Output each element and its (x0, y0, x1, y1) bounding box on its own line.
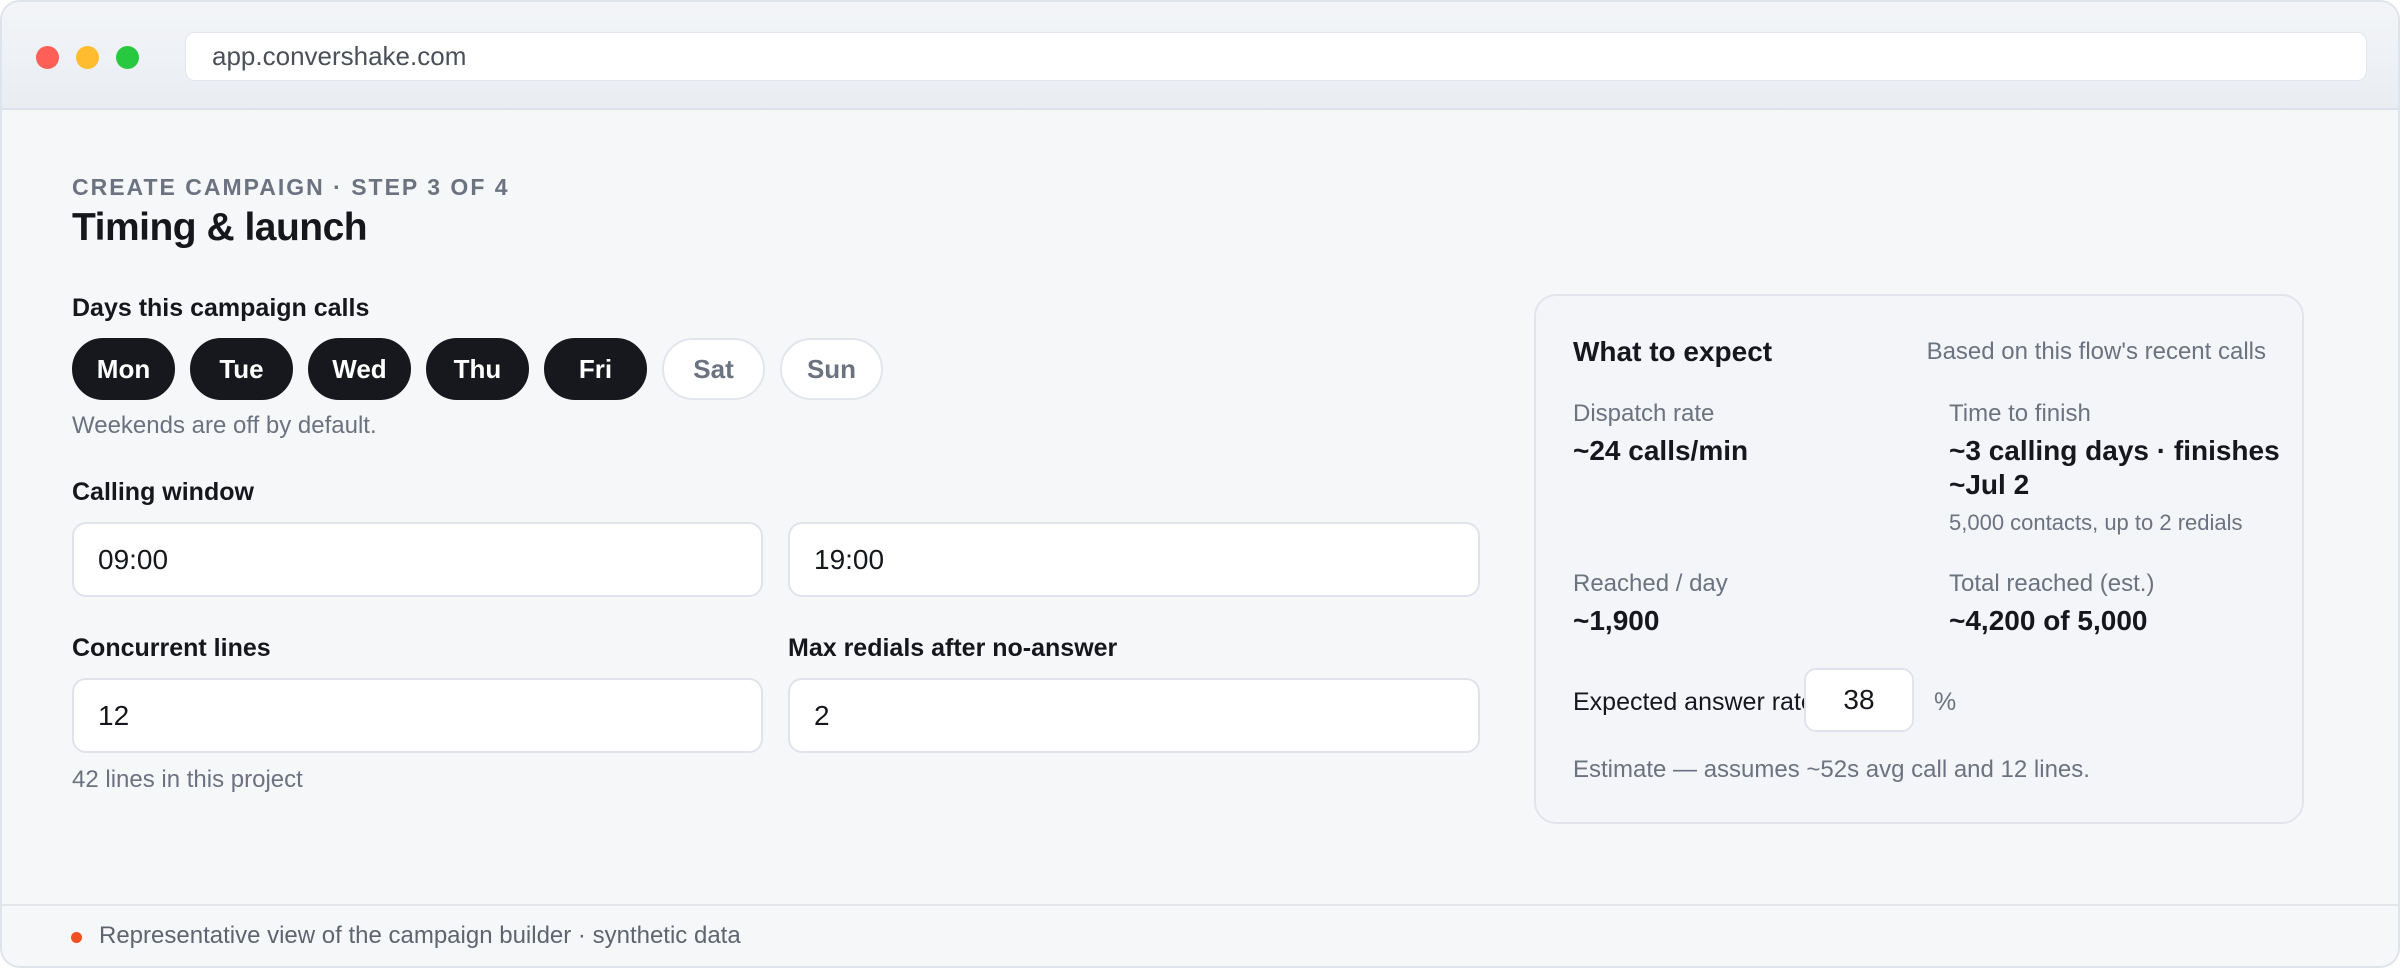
close-window-icon[interactable] (36, 46, 59, 69)
calling-window-start-input[interactable] (72, 522, 763, 597)
total-reached-label: Total reached (est.) (1949, 570, 2155, 597)
day-toggle-thu[interactable]: Thu (426, 338, 529, 400)
expectations-card: What to expect Based on this flow's rece… (1534, 294, 2304, 824)
time-to-finish-note: 5,000 contacts, up to 2 redials (1949, 510, 2243, 535)
time-to-finish-value-line2: ~Jul 2 (1949, 469, 2030, 500)
day-toggle-fri[interactable]: Fri (544, 338, 647, 400)
status-dot-icon (71, 932, 82, 943)
day-toggle-sun[interactable]: Sun (780, 338, 883, 400)
dispatch-rate-value: ~24 calls/min (1573, 435, 1749, 466)
maximize-window-icon[interactable] (116, 46, 139, 69)
time-to-finish-value-line1: ~3 calling days · finishes (1949, 435, 2280, 466)
calling-window-end-input[interactable] (788, 522, 1480, 597)
max-redials-label: Max redials after no-answer (788, 634, 1118, 662)
concurrent-lines-hint: 42 lines in this project (72, 766, 303, 793)
card-subtitle: Based on this flow's recent calls (1926, 338, 2266, 365)
estimate-footnote: Estimate — assumes ~52s avg call and 12 … (1573, 756, 2090, 783)
day-toggle-tue[interactable]: Tue (190, 338, 293, 400)
max-redials-input[interactable] (788, 678, 1480, 753)
dispatch-rate-label: Dispatch rate (1573, 400, 1715, 427)
day-toggle-sat[interactable]: Sat (662, 338, 765, 400)
time-to-finish-label: Time to finish (1949, 400, 2091, 427)
day-toggle-mon[interactable]: Mon (72, 338, 175, 400)
browser-window: app.convershake.com CREATE CAMPAIGN · ST… (0, 0, 2400, 968)
answer-rate-unit: % (1934, 688, 1957, 716)
footer-note: Representative view of the campaign buil… (99, 922, 741, 949)
calling-window-label: Calling window (72, 478, 254, 506)
concurrent-lines-input[interactable] (72, 678, 763, 753)
minimize-window-icon[interactable] (76, 46, 99, 69)
step-label: CREATE CAMPAIGN · STEP 3 OF 4 (72, 174, 510, 200)
reached-per-day-value: ~1,900 (1573, 605, 1660, 636)
answer-rate-label: Expected answer rate (1573, 688, 1815, 716)
browser-titlebar: app.convershake.com (2, 2, 2398, 110)
address-bar[interactable]: app.convershake.com (185, 32, 2367, 81)
reached-per-day-label: Reached / day (1573, 570, 1728, 597)
days-label: Days this campaign calls (72, 294, 370, 322)
page-title: Timing & launch (72, 206, 368, 249)
footer-bar: Representative view of the campaign buil… (2, 904, 2398, 966)
answer-rate-input[interactable] (1804, 668, 1914, 732)
campaign-step-content: CREATE CAMPAIGN · STEP 3 OF 4 Timing & l… (72, 110, 2398, 904)
concurrent-lines-label: Concurrent lines (72, 634, 271, 662)
total-reached-value: ~4,200 of 5,000 (1949, 605, 2148, 636)
card-title: What to expect (1573, 336, 1773, 367)
days-hint: Weekends are off by default. (72, 412, 377, 439)
day-toggle-wed[interactable]: Wed (308, 338, 411, 400)
